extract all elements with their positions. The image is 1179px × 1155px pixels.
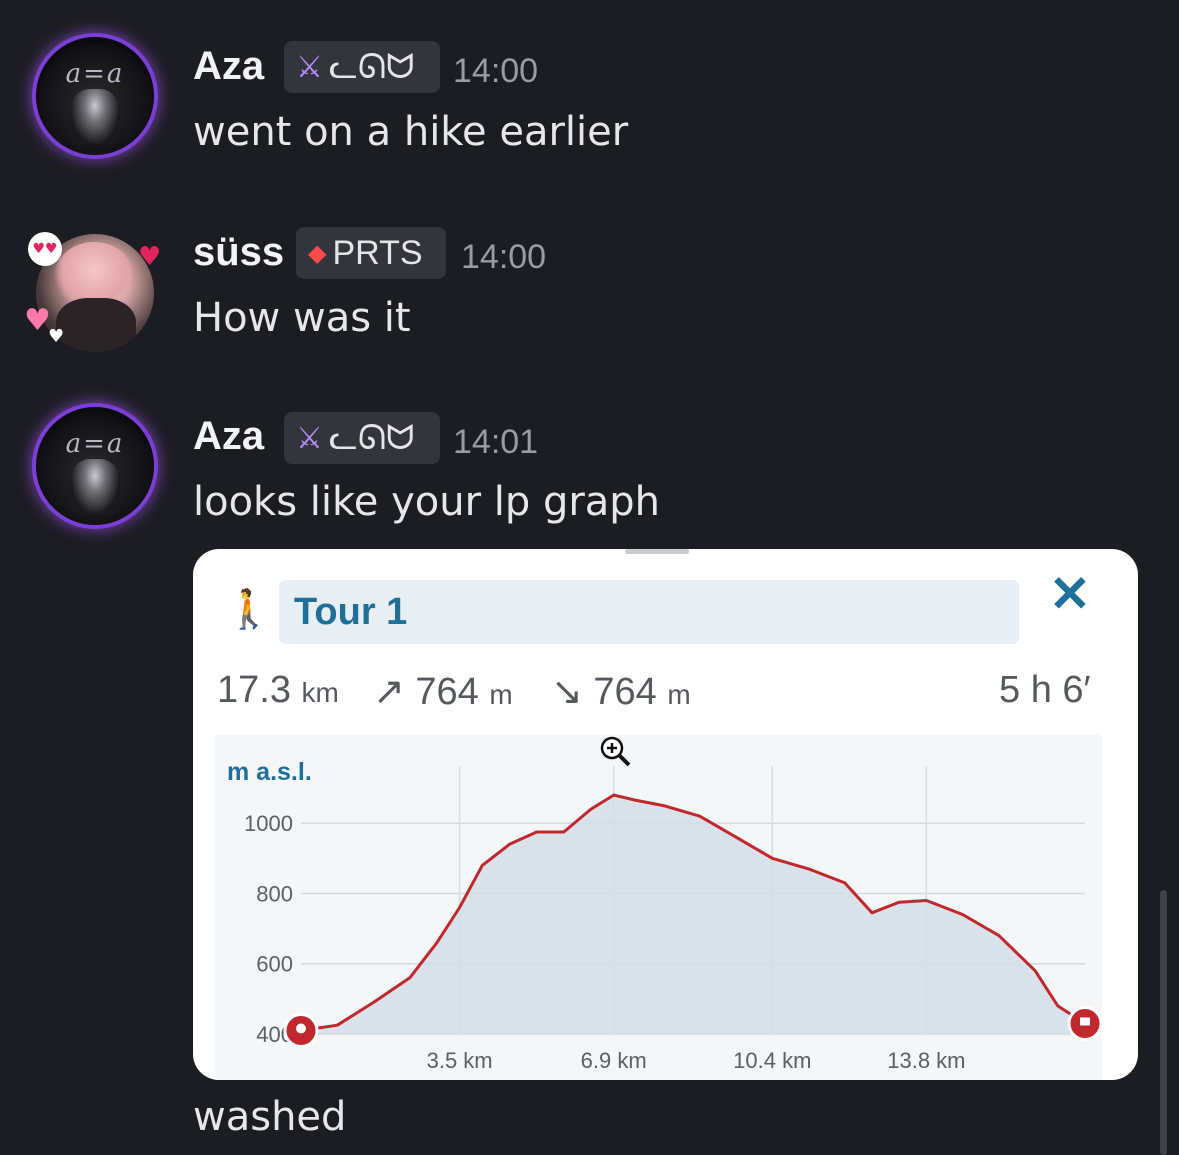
- author-name[interactable]: Aza: [193, 414, 264, 459]
- tour-duration: 5 h 6′: [999, 669, 1091, 711]
- clan-tag-label: ᓚᘏᗢ: [328, 419, 415, 457]
- avatar-aza[interactable]: a=a: [36, 407, 154, 525]
- ascent-arrow-icon: ↗: [373, 671, 405, 713]
- message-text: washed: [193, 1094, 347, 1140]
- message-text: How was it: [193, 295, 411, 341]
- sword-icon: ⚔: [296, 421, 323, 455]
- ascent-unit: m: [489, 679, 513, 710]
- author-name[interactable]: Aza: [193, 44, 264, 89]
- heart-icon: ♥: [48, 326, 65, 347]
- ascent-value: 764: [415, 671, 479, 713]
- close-icon[interactable]: ✕: [1049, 565, 1091, 623]
- elevation-area: [301, 795, 1085, 1034]
- hiker-icon: 🚶: [225, 587, 273, 631]
- avatar-figure: [70, 89, 120, 145]
- x-tick-label: 13.8 km: [887, 1048, 965, 1073]
- message-text: went on a hike earlier: [193, 109, 629, 155]
- distance-value: 17.3: [217, 669, 291, 711]
- timestamp: 14:01: [453, 423, 539, 461]
- y-tick-label: 600: [256, 952, 293, 977]
- y-axis-label: m a.s.l.: [227, 758, 312, 786]
- x-tick-label: 10.4 km: [733, 1048, 811, 1073]
- sword-icon: ⚔: [296, 50, 323, 84]
- avatar-aza[interactable]: a=a: [36, 37, 154, 155]
- x-tick-label: 3.5 km: [427, 1048, 493, 1073]
- drag-handle: [625, 549, 689, 554]
- clan-tag-label: ᓚᘏᗢ: [328, 48, 415, 86]
- elevation-chart[interactable]: 3.5 km 6.9 km 10.4 km 13.8 km1000800600400m…: [215, 734, 1103, 1080]
- tour-distance: 17.3 km: [217, 669, 339, 712]
- descent-arrow-icon: ↘: [551, 671, 583, 713]
- x-tick-label: 6.9 km: [581, 1048, 647, 1073]
- flag-mark: [1080, 1017, 1090, 1026]
- avatar-coat: [56, 298, 136, 352]
- descent-unit: m: [667, 679, 691, 710]
- avatar-figure: [70, 459, 120, 515]
- zoom-handle: [617, 753, 631, 767]
- tour-title: Tour 1: [294, 591, 408, 633]
- avatar-lettering: a=a: [65, 59, 125, 89]
- message-text: looks like your lp graph: [193, 479, 661, 525]
- y-tick-label: 800: [256, 881, 293, 906]
- distance-unit: km: [301, 677, 339, 708]
- heart-eyes-emoji-icon: ♥♥: [28, 232, 62, 266]
- descent-value: 764: [593, 671, 657, 713]
- location-pin-dot: [296, 1023, 306, 1034]
- avatar-lettering: a=a: [65, 429, 125, 459]
- diamond-icon: ◆: [308, 239, 327, 267]
- timestamp: 14:00: [461, 238, 547, 276]
- tour-ascent: ↗ 764 m: [373, 669, 513, 714]
- heart-icon: ♥: [138, 242, 162, 272]
- heart-icon: ♥: [24, 303, 51, 338]
- timestamp: 14:00: [453, 52, 539, 90]
- tour-descent: ↘ 764 m: [551, 669, 691, 714]
- y-tick-label: 1000: [244, 811, 293, 836]
- image-attachment[interactable]: 🚶 Tour 1 ✕ 17.3 km ↗ 764 m ↘ 764 m 5 h 6…: [193, 549, 1138, 1080]
- clan-tag[interactable]: ⚔ ᓚᘏᗢ: [284, 41, 440, 93]
- elevation-chart-panel[interactable]: 3.5 km 6.9 km 10.4 km 13.8 km 1000 800 600 400 m…: [215, 734, 1103, 1080]
- clan-tag[interactable]: ◆ PRTS: [296, 227, 446, 279]
- clan-tag[interactable]: ⚔ ᓚᘏᗢ: [284, 412, 440, 464]
- scrollbar[interactable]: [1160, 890, 1167, 1155]
- author-name[interactable]: süss: [193, 230, 284, 275]
- clan-tag-label: PRTS: [332, 233, 423, 272]
